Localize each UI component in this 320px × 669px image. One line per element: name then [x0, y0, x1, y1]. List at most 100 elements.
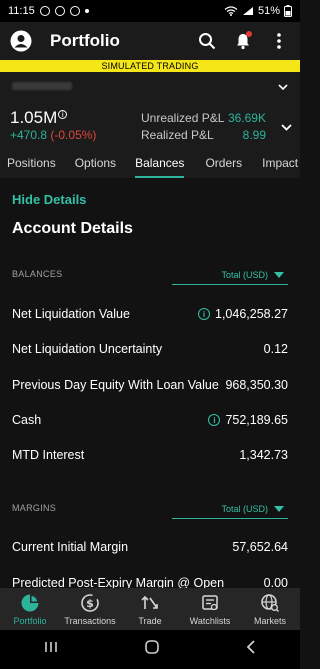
balance-value: 1,342.73	[239, 448, 288, 462]
balance-label: Net Liquidation Value	[12, 307, 130, 321]
margins-label: MARGINS	[12, 503, 57, 513]
notification-icon-2	[54, 6, 65, 16]
notification-dot-icon	[84, 9, 89, 13]
account-selector[interactable]	[0, 72, 300, 100]
simulated-trading-banner: SIMULATED TRADING	[0, 60, 300, 72]
nav-transactions[interactable]: $ Transactions	[60, 588, 120, 630]
home-button[interactable]	[144, 639, 160, 660]
balance-value: 752,189.65	[225, 413, 288, 427]
search-icon	[199, 33, 216, 50]
nav-markets[interactable]: Markets	[240, 588, 300, 630]
realized-pnl-value: 8.99	[242, 128, 266, 142]
notification-icon-3	[69, 6, 80, 16]
dropdown-triangle-icon	[274, 271, 284, 278]
realized-pnl-label: Realized P&L	[141, 128, 214, 142]
balance-value: 968,350.30	[225, 378, 288, 392]
hide-details-link[interactable]: Hide Details	[12, 192, 86, 207]
tab-impact-lens[interactable]: Impact Len	[262, 150, 300, 178]
more-vertical-icon	[277, 33, 281, 49]
margin-label: Current Initial Margin	[12, 540, 129, 554]
nav-label: Portfolio	[13, 615, 47, 626]
tab-options[interactable]: Options	[75, 150, 116, 178]
balance-row: Net Liquidation Uncertainty 0.12	[12, 339, 288, 359]
daily-change-pct: (-0.05%)	[50, 128, 97, 142]
more-menu-button[interactable]	[268, 30, 290, 52]
app-header: Portfolio	[0, 22, 300, 60]
daily-change: +470.8 (-0.05%)	[10, 128, 96, 142]
tab-positions[interactable]: Positions	[7, 150, 56, 178]
account-id-redacted	[12, 82, 72, 90]
recents-icon	[44, 642, 57, 652]
margin-label: Predicted Post-Expiry Margin @ Open	[12, 576, 225, 588]
chevron-down-icon	[278, 77, 288, 95]
pie-chart-icon	[21, 594, 39, 611]
margins-currency-select[interactable]: Total (USD)	[172, 499, 288, 519]
balance-value: 1,046,258.27	[215, 307, 288, 321]
balance-row: Net Liquidation Value i 1,046,258.27	[12, 304, 288, 324]
margin-row: Predicted Post-Expiry Margin @ Open 0.00	[12, 573, 288, 588]
portfolio-tabs: Positions Options Balances Orders Impact…	[0, 150, 300, 178]
dropdown-triangle-icon	[274, 505, 284, 512]
nav-label: Markets	[253, 615, 286, 626]
expand-chevron-icon[interactable]	[281, 118, 292, 136]
balances-currency-value: Total (USD)	[221, 269, 268, 280]
balance-label: Net Liquidation Uncertainty	[12, 342, 163, 356]
recents-button[interactable]	[43, 640, 59, 659]
svg-text:$: $	[86, 597, 94, 610]
balance-value: 0.12	[263, 342, 288, 356]
battery-icon	[284, 5, 292, 17]
unrealized-pnl-label: Unrealized P&L	[141, 111, 225, 125]
status-time: 11:15	[8, 5, 35, 17]
tab-orders[interactable]: Orders	[205, 150, 242, 178]
account-details-title: Account Details	[12, 220, 133, 237]
balance-label: Previous Day Equity With Loan Value	[12, 378, 219, 392]
balance-row: Previous Day Equity With Loan Value 968,…	[12, 375, 288, 395]
wifi-icon	[224, 6, 238, 16]
tab-balances[interactable]: Balances	[135, 150, 185, 178]
nav-portfolio[interactable]: Portfolio	[0, 588, 60, 630]
globe-search-icon	[261, 593, 279, 612]
margin-row: Current Initial Margin 57,652.64	[12, 537, 288, 557]
profile-button[interactable]	[10, 30, 32, 52]
nav-label: Watchlists	[189, 615, 231, 626]
balances-content[interactable]: Hide Details Account Details BALANCES To…	[0, 178, 300, 588]
notification-icon	[39, 6, 50, 16]
back-icon	[247, 640, 255, 654]
margin-value: 57,652.64	[232, 540, 288, 554]
page-title: Portfolio	[50, 31, 120, 50]
signal-icon	[242, 7, 253, 15]
net-liquidation-short: 1.05M	[10, 108, 58, 127]
margins-group-header: MARGINS Total (USD)	[12, 499, 288, 519]
balances-currency-select[interactable]: Total (USD)	[172, 265, 288, 285]
back-button[interactable]	[245, 639, 257, 660]
info-icon[interactable]: i	[208, 414, 221, 426]
status-bar: 11:15 51%	[0, 0, 300, 22]
battery-level: 51%	[257, 5, 280, 17]
balances-label: BALANCES	[12, 269, 63, 279]
user-circle-icon	[10, 30, 32, 52]
unrealized-pnl-value: 36.69K	[227, 111, 266, 125]
system-navigation-bar	[0, 630, 300, 669]
info-icon[interactable]: i	[58, 110, 68, 119]
balance-row: Cash i 752,189.65	[12, 410, 288, 430]
notification-badge	[246, 31, 252, 37]
daily-change-abs: +470.8	[10, 128, 48, 142]
portfolio-summary[interactable]: 1.05M i +470.8 (-0.05%) Unrealized P&L R…	[0, 100, 300, 150]
balance-row: MTD Interest 1,342.73	[12, 445, 288, 465]
balance-label: Cash	[12, 413, 42, 427]
nav-trade[interactable]: Trade	[120, 588, 180, 630]
notifications-button[interactable]	[232, 30, 254, 52]
arrows-icon	[141, 595, 158, 609]
margin-value: 0.00	[263, 576, 288, 588]
margins-currency-value: Total (USD)	[221, 503, 268, 514]
dollar-circle-icon: $	[81, 593, 99, 612]
nav-watchlists[interactable]: Watchlists	[180, 588, 240, 630]
watchlist-icon	[202, 594, 218, 610]
balances-group-header: BALANCES Total (USD)	[12, 265, 288, 285]
info-icon[interactable]: i	[198, 308, 210, 320]
nav-label: Transactions	[64, 615, 116, 626]
bottom-navigation: Portfolio $ Transactions Trade Watchlist…	[0, 588, 300, 630]
search-button[interactable]	[196, 30, 218, 52]
nav-label: Trade	[138, 615, 162, 626]
home-icon	[145, 640, 159, 654]
